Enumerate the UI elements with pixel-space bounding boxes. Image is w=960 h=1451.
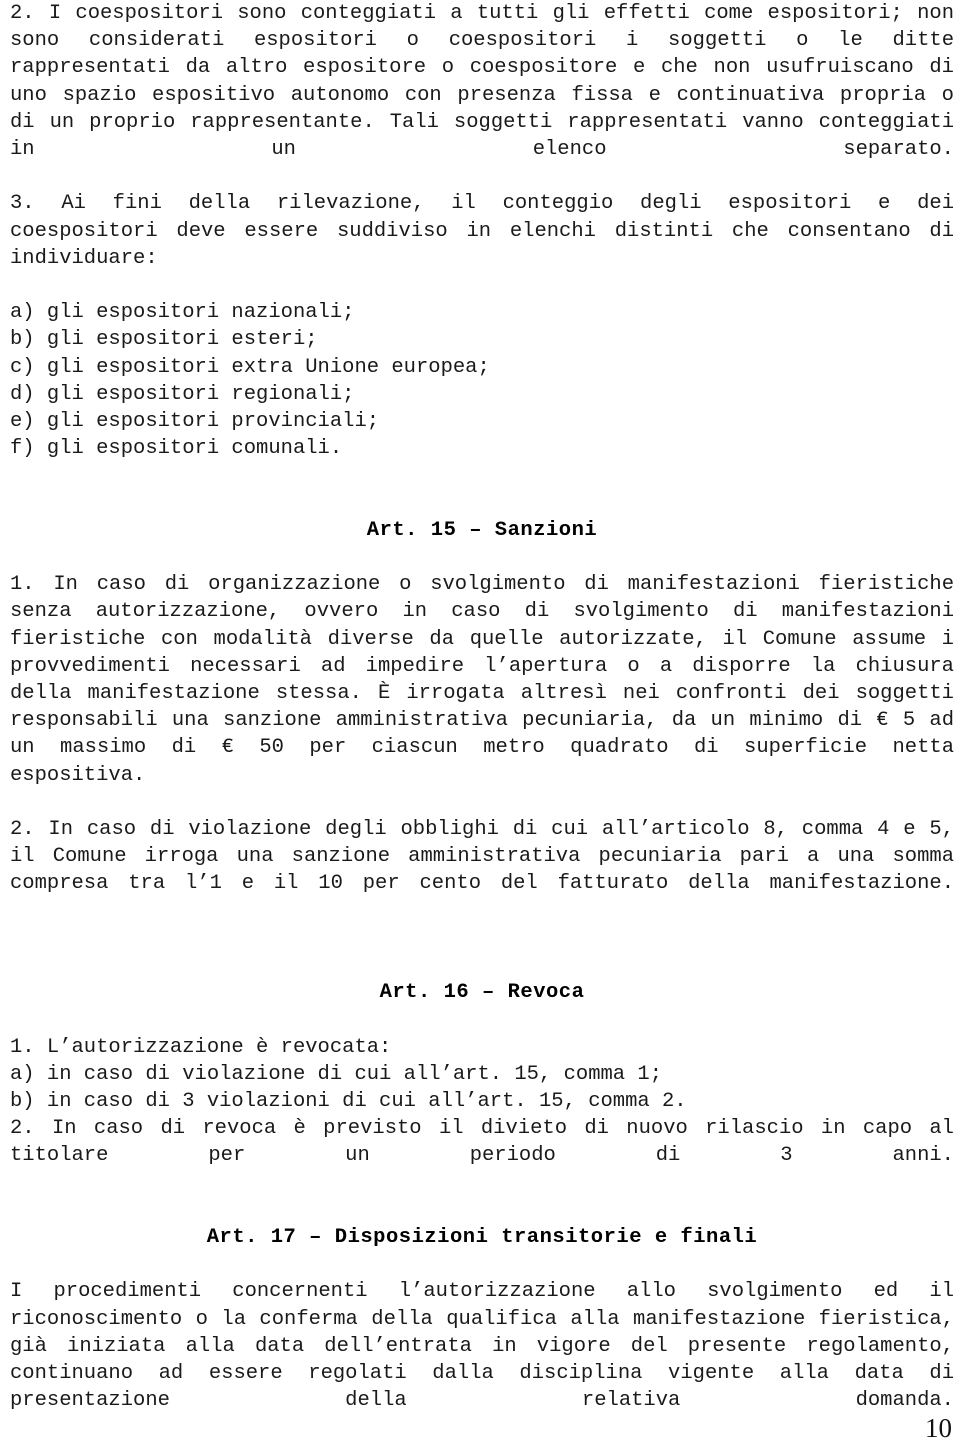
- document-body: 2. I coespositori sono conteggiati a tut…: [10, 0, 954, 1442]
- list-item-a-nazionali: a) gli espositori nazionali;: [10, 301, 355, 325]
- article-16-item-a: a) in caso di violazione di cui all’art.…: [10, 1062, 663, 1086]
- article-15-comma-2: 2. In caso di violazione degli obblighi …: [10, 818, 954, 896]
- spacer-after-art-15: [10, 544, 954, 571]
- list-item-c-extra-ue: c) gli espositori extra Unione europea;: [10, 355, 490, 379]
- heading-art-16: Art. 16 – Revoca: [379, 981, 585, 1005]
- spacer-after-art-16: [10, 1006, 954, 1033]
- article-14-comma-3: 3. Ai fini della rilevazione, il contegg…: [10, 192, 954, 270]
- list-item-d-regionali: d) gli espositori regionali;: [10, 382, 355, 406]
- article-16-comma-2: 2. In caso di revoca è previsto il divie…: [10, 1117, 954, 1168]
- article-16-comma-1: 1. L’autorizzazione è revocata:: [10, 1035, 392, 1059]
- spacer-after-art-17: [10, 1251, 954, 1278]
- list-item-b-esteri: b) gli espositori esteri;: [10, 328, 318, 352]
- heading-art-17: Art. 17 – Disposizioni transitorie e fin…: [206, 1226, 758, 1250]
- article-16-item-b: b) in caso di 3 violazioni di cui all’ar…: [10, 1090, 687, 1114]
- article-15-comma-1: 1. In caso di organizzazione o svolgimen…: [10, 573, 954, 787]
- spacer-before-art-16: [10, 925, 954, 979]
- article-14-comma-2: 2. I coespositori sono conteggiati a tut…: [10, 2, 954, 162]
- page-number: 10: [925, 1413, 952, 1443]
- document-page: 2. I coespositori sono conteggiati a tut…: [0, 0, 960, 1451]
- list-item-e-provinciali: e) gli espositori provinciali;: [10, 410, 380, 434]
- spacer-before-art-17: [10, 1197, 954, 1224]
- heading-art-15: Art. 15 – Sanzioni: [366, 518, 598, 542]
- list-item-f-comunali: f) gli espositori comunali.: [10, 437, 343, 461]
- article-17-body: I procedimenti concernenti l’autorizzazi…: [10, 1280, 954, 1413]
- spacer-before-art-15: [10, 462, 954, 516]
